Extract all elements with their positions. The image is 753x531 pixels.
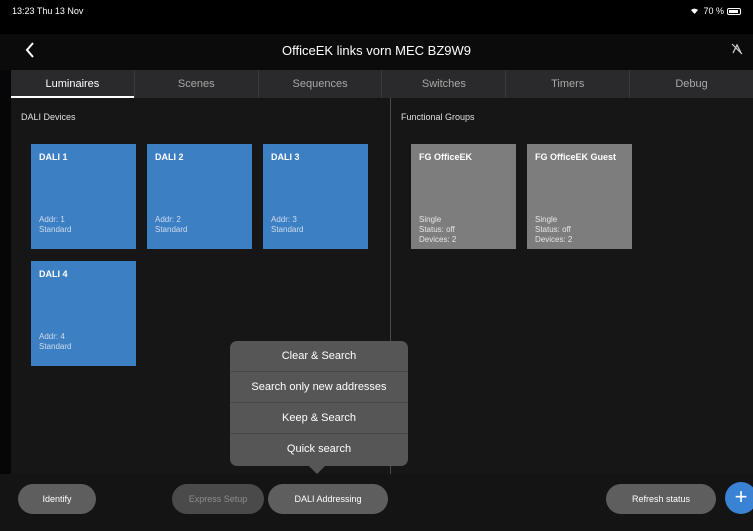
dali-devices-label: DALI Devices (21, 112, 76, 122)
battery-percent: 70 % (703, 6, 724, 16)
express-setup-button[interactable]: Express Setup (172, 484, 264, 514)
battery-icon (727, 7, 741, 15)
signal-off-icon[interactable] (731, 43, 743, 58)
group-name: FG OfficeEK Guest (535, 152, 617, 162)
status-time: 13:23 Thu 13 Nov (12, 6, 84, 16)
device-details: Addr: 3 Standard (271, 215, 303, 235)
device-address: Addr: 1 (39, 215, 65, 224)
wifi-icon (689, 6, 700, 16)
tab-switches[interactable]: Switches (382, 70, 507, 98)
menu-item-quick-search[interactable]: Quick search (230, 434, 408, 465)
device-type: Standard (39, 342, 72, 351)
group-mode: Single (419, 215, 442, 224)
tab-scenes[interactable]: Scenes (135, 70, 259, 98)
menu-pointer (309, 466, 325, 474)
group-details: Single Status: off Devices: 2 (535, 215, 572, 245)
page-title: OfficeEK links vorn MEC BZ9W9 (281, 43, 472, 58)
device-details: Addr: 1 Standard (39, 215, 71, 235)
tab-timers[interactable]: Timers (506, 70, 631, 98)
group-details: Single Status: off Devices: 2 (419, 215, 456, 245)
device-name: DALI 2 (155, 152, 184, 162)
device-address: Addr: 4 (39, 332, 65, 341)
device-address: Addr: 3 (271, 215, 297, 224)
tab-bar: Luminaires Scenes Sequences Switches Tim… (11, 70, 753, 98)
device-tile-dali-4[interactable]: DALI 4 Addr: 4 Standard (31, 261, 136, 366)
device-name: DALI 4 (39, 269, 68, 279)
device-name: DALI 3 (271, 152, 300, 162)
device-address: Addr: 2 (155, 215, 181, 224)
device-tile-dali-3[interactable]: DALI 3 Addr: 3 Standard (263, 144, 368, 249)
group-device-count: Devices: 2 (419, 235, 457, 244)
group-name: FG OfficeEK (419, 152, 473, 162)
group-tile-fg-officeek[interactable]: FG OfficeEK Single Status: off Devices: … (411, 144, 516, 249)
device-details: Addr: 2 Standard (155, 215, 187, 235)
menu-item-keep-and-search[interactable]: Keep & Search (230, 403, 408, 434)
tab-debug[interactable]: Debug (630, 70, 753, 98)
tab-sequences[interactable]: Sequences (259, 70, 383, 98)
device-type: Standard (155, 225, 188, 234)
tab-luminaires[interactable]: Luminaires (11, 70, 135, 98)
refresh-status-button[interactable]: Refresh status (606, 484, 716, 514)
dali-addressing-menu: Clear & Search Search only new addresses… (230, 341, 408, 466)
group-tile-fg-officeek-guest[interactable]: FG OfficeEK Guest Single Status: off Dev… (527, 144, 632, 249)
menu-item-clear-and-search[interactable]: Clear & Search (230, 341, 408, 372)
identify-button[interactable]: Identify (18, 484, 96, 514)
menu-item-search-new-addresses[interactable]: Search only new addresses (230, 372, 408, 403)
status-indicators: 70 % (689, 6, 741, 16)
dali-addressing-button[interactable]: DALI Addressing (268, 484, 388, 514)
group-device-count: Devices: 2 (535, 235, 573, 244)
group-status: Status: off (535, 225, 571, 234)
functional-groups-label: Functional Groups (401, 112, 475, 122)
add-button[interactable]: + (725, 482, 753, 514)
device-tile-dali-1[interactable]: DALI 1 Addr: 1 Standard (31, 144, 136, 249)
device-type: Standard (39, 225, 72, 234)
device-tile-dali-2[interactable]: DALI 2 Addr: 2 Standard (147, 144, 252, 249)
device-type: Standard (271, 225, 304, 234)
device-details: Addr: 4 Standard (39, 332, 71, 352)
group-status: Status: off (419, 225, 455, 234)
device-name: DALI 1 (39, 152, 68, 162)
group-mode: Single (535, 215, 558, 224)
functional-groups-panel: Functional Groups FG OfficeEK Single Sta… (390, 98, 753, 474)
status-bar (0, 0, 753, 34)
